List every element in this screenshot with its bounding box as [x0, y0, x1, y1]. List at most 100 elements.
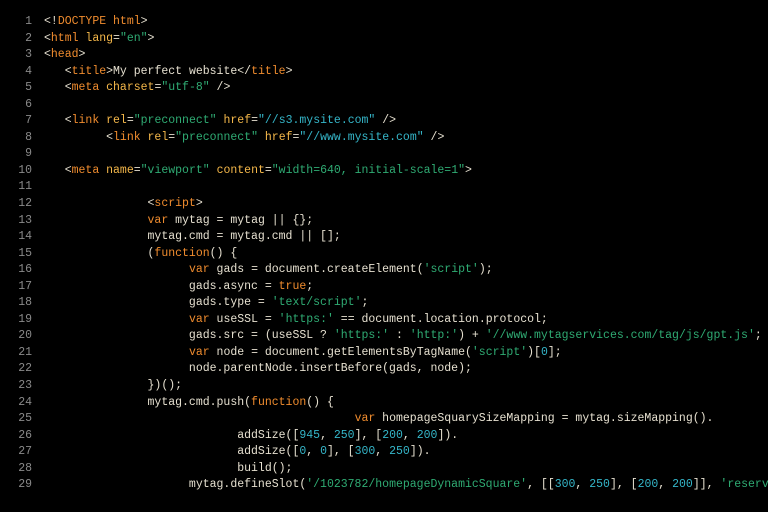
token-pun: ( [44, 247, 154, 260]
token-tag: html [51, 32, 86, 45]
code-line [44, 97, 768, 114]
line-number: 27 [0, 444, 32, 461]
token-pun: < [44, 81, 72, 94]
token-str: 'text/script' [272, 296, 362, 309]
token-ph [44, 147, 51, 160]
code-line: var gads = document.createElement('scrip… [44, 262, 768, 279]
line-number: 7 [0, 113, 32, 130]
token-str: "en" [120, 32, 148, 45]
line-number: 29 [0, 477, 32, 494]
line-number: 13 [0, 213, 32, 230]
token-strb: "//s3.mysite.com" [258, 114, 375, 127]
token-kw: var [189, 313, 210, 326]
token-kw: function [154, 247, 209, 260]
token-pun [258, 131, 265, 144]
token-txt: My perfect website [113, 65, 237, 78]
token-pun: gads.async = [44, 280, 279, 293]
code-line: var mytag = mytag || {}; [44, 213, 768, 230]
token-pun: , [403, 429, 417, 442]
token-pun: ]; [548, 346, 562, 359]
token-pun: ], [ [610, 478, 638, 491]
line-number: 10 [0, 163, 32, 180]
token-attr: lang [85, 32, 113, 45]
token-pun: /> [375, 114, 396, 127]
code-line: node.parentNode.insertBefore(gads, node)… [44, 361, 768, 378]
token-pun: mytag.defineSlot( [44, 478, 306, 491]
token-ph [44, 98, 51, 111]
token-pun: = [127, 114, 134, 127]
token-pun: build(); [44, 462, 292, 475]
token-pun: gads = document.createElement( [210, 263, 424, 276]
line-number-gutter: 1234567891011121314151617181920212223242… [0, 14, 44, 494]
line-number: 24 [0, 395, 32, 412]
token-num: 0 [541, 346, 548, 359]
code-line: <head> [44, 47, 768, 64]
token-pun: , [575, 478, 589, 491]
code-line: var useSSL = 'https:' == document.locati… [44, 312, 768, 329]
token-num: 945 [299, 429, 320, 442]
token-pun [44, 214, 148, 227]
token-pun: < [44, 114, 72, 127]
token-num: 250 [334, 429, 355, 442]
token-pun: < [44, 164, 72, 177]
token-num: 300 [355, 445, 376, 458]
code-line: <!DOCTYPE html> [44, 14, 768, 31]
token-str: 'script' [424, 263, 479, 276]
code-line: build(); [44, 461, 768, 478]
token-pun: < [44, 48, 51, 61]
line-number: 23 [0, 378, 32, 395]
token-pun: > [148, 32, 155, 45]
token-pun: = [251, 114, 258, 127]
token-pun: gads.src = (useSSL ? [44, 329, 334, 342]
token-pun: < [44, 65, 72, 78]
token-pun: ], [ [327, 445, 355, 458]
line-number: 8 [0, 130, 32, 147]
line-number: 14 [0, 229, 32, 246]
token-num: 250 [389, 445, 410, 458]
line-number: 15 [0, 246, 32, 263]
line-number: 6 [0, 97, 32, 114]
token-str: 'https:' [334, 329, 389, 342]
code-line: addSize([945, 250], [200, 200]). [44, 428, 768, 445]
token-pun: == document.location.protocol; [334, 313, 548, 326]
code-line: mytag.cmd = mytag.cmd || []; [44, 229, 768, 246]
token-pun: < [44, 131, 113, 144]
token-str: "utf-8" [161, 81, 209, 94]
token-num: 250 [589, 478, 610, 491]
token-pun: = [134, 164, 141, 177]
token-pun [44, 346, 189, 359]
line-number: 19 [0, 312, 32, 329]
token-kw: true [279, 280, 307, 293]
token-pun: ]], [693, 478, 721, 491]
token-pun: > [106, 65, 113, 78]
token-kw: function [251, 396, 306, 409]
token-str: "width=640, initial-scale=1" [272, 164, 465, 177]
token-pun: = [265, 164, 272, 177]
code-line: <meta name="viewport" content="width=640… [44, 163, 768, 180]
code-line: gads.type = 'text/script'; [44, 295, 768, 312]
token-pun: /> [424, 131, 445, 144]
line-number: 11 [0, 179, 32, 196]
token-pun: < [44, 197, 154, 210]
token-attr: name [106, 164, 134, 177]
line-number: 2 [0, 31, 32, 48]
token-pun: ], [ [355, 429, 383, 442]
code-line: addSize([0, 0], [300, 250]). [44, 444, 768, 461]
token-pun: < [44, 32, 51, 45]
token-pun: gads.type = [44, 296, 272, 309]
token-kw: var [189, 263, 210, 276]
token-pun: node = document.getElementsByTagName( [210, 346, 472, 359]
token-str: 'script' [472, 346, 527, 359]
token-attr: rel [106, 114, 127, 127]
code-content[interactable]: <!DOCTYPE html><html lang="en"><head> <t… [44, 14, 768, 494]
code-line: var node = document.getElementsByTagName… [44, 345, 768, 362]
token-pun: ; [361, 296, 368, 309]
token-pun: : [389, 329, 410, 342]
code-line [44, 179, 768, 196]
token-pun: useSSL = [210, 313, 279, 326]
code-editor: 1234567891011121314151617181920212223242… [0, 14, 768, 494]
line-number: 22 [0, 361, 32, 378]
line-number: 17 [0, 279, 32, 296]
code-line: mytag.cmd.push(function() { [44, 395, 768, 412]
token-ph [44, 180, 51, 193]
